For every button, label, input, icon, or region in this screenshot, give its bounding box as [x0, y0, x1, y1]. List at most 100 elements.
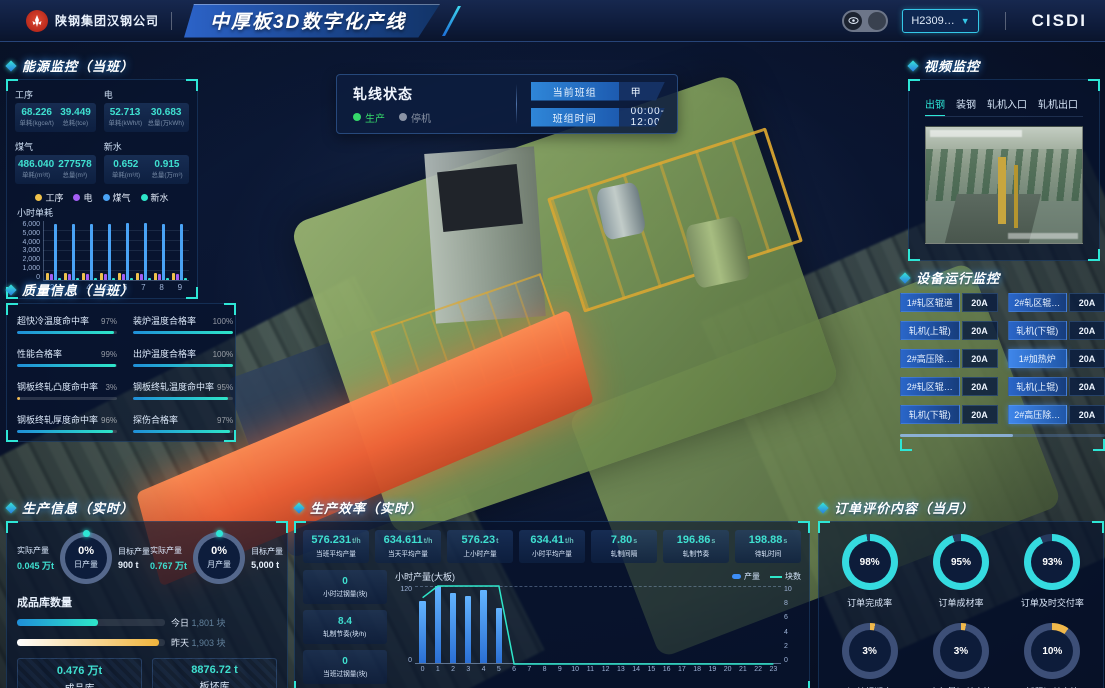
order-donut-percent: 3% [933, 623, 989, 679]
device-label: 2#高压除… [1008, 405, 1068, 424]
warehouse-bar-value: 1,903 块 [192, 638, 226, 648]
device-value: 20A [1069, 349, 1105, 368]
device-row[interactable]: 轧机(上辊)20A [1008, 377, 1105, 396]
hour-chart-xtick: 13 [613, 666, 628, 673]
warehouse-bar-fill [17, 619, 98, 626]
panel-orders-title-text: 订单评价内容（当月） [834, 498, 974, 517]
quality-item-row: 钢板终轧温度命中率95% [133, 380, 233, 393]
header-divider [171, 12, 172, 30]
device-row[interactable]: 1#加热炉20A [1008, 349, 1105, 368]
energy-bar [82, 273, 85, 280]
energy-bar [54, 224, 57, 280]
cctv-video-feed[interactable] [925, 126, 1083, 244]
cctv-osd-top [930, 130, 1022, 137]
video-tab-4[interactable]: 轧机出口 [1038, 96, 1078, 111]
energy-metric: 277578总量(m³) [57, 159, 93, 180]
quality-label: 超快冷温度命中率 [17, 314, 89, 327]
order-donut: 95%订单成材率 [918, 534, 1003, 609]
device-label: 轧机(上辊) [900, 321, 960, 340]
energy-metric: 0.652单耗(m³/t) [107, 159, 145, 180]
camera-select[interactable]: H2309… ▼ [902, 9, 978, 33]
efficiency-stat-label: 轧制节奏(块/h) [323, 629, 366, 639]
hour-chart-xtick: 2 [446, 666, 461, 673]
efficiency-stat: 0 当班过钢量(块) [303, 650, 387, 684]
device-row[interactable]: 1#轧区辊道20A [900, 293, 998, 312]
efficiency-card-label: 当班平均产量 [307, 549, 366, 559]
panel-efficiency-title-text: 生产效率（实时） [310, 498, 422, 517]
quality-label: 性能合格率 [17, 347, 62, 360]
app-title: 中厚板3D数字化产线 [210, 7, 406, 34]
gauge-target-value: 900 t [118, 560, 150, 570]
order-donut-ring: 93% [1024, 534, 1080, 590]
visibility-toggle[interactable] [842, 10, 888, 32]
device-row[interactable]: 轧机(下辊)20A [1008, 321, 1105, 340]
energy-metric-unit: 总量(万m³) [149, 170, 184, 179]
diamond-icon [5, 502, 16, 513]
device-row[interactable]: 轧机(下辊)20A [900, 405, 998, 424]
efficiency-stat-label: 当班过钢量(块) [323, 669, 367, 679]
device-row[interactable]: 2#轧区辊…20A [900, 377, 998, 396]
energy-bar [64, 273, 67, 280]
panel-quality-title-text: 质量信息（当班） [22, 280, 134, 299]
diamond-icon [817, 502, 828, 513]
efficiency-card-unit: s [711, 538, 715, 545]
energy-group-name: 工序 [15, 88, 96, 101]
panel-video-title-text: 视频监控 [924, 56, 980, 75]
energy-metric-value: 486.040 [18, 159, 54, 170]
gauge-actual-value: 0.767 万t [150, 559, 187, 572]
quality-item-row: 钢板终轧厚度命中率96% [17, 413, 117, 426]
gauge-actual-label: 实际产量 [150, 545, 187, 556]
gauge-name: 月产量 [193, 559, 245, 570]
hour-chart-xtick: 6 [507, 666, 522, 673]
panel-energy-title-text: 能源监控（当班） [22, 56, 134, 75]
quality-progress-track [133, 397, 233, 400]
legend-item: 工序 [35, 191, 63, 204]
video-tab-3[interactable]: 轧机入口 [987, 96, 1027, 111]
device-row[interactable]: 2#高压除…20A [900, 349, 998, 368]
order-donut-label: 订单完成率 [847, 596, 892, 609]
quality-value: 96% [101, 416, 117, 425]
panel-orders: 订单评价内容（当月） 98%订单完成率95%订单成材率93%订单及时交付率3%订… [818, 498, 1104, 688]
order-donut-ring: 98% [842, 534, 898, 590]
video-tab-1[interactable]: 出钢 [925, 96, 945, 111]
device-row[interactable]: 2#高压除…20A [1008, 405, 1105, 424]
device-value: 20A [1069, 405, 1105, 424]
energy-bar [154, 273, 157, 280]
line-status-field-value: 甲 [619, 82, 665, 101]
quality-label: 出炉温度合格率 [133, 347, 196, 360]
diamond-icon [5, 60, 16, 71]
energy-ytick: 4,000 [22, 239, 40, 246]
energy-ytick: 6,000 [22, 221, 40, 228]
efficiency-cards: 576.231t/h当班平均产量634.611t/h当天平均产量576.23t上… [303, 530, 801, 563]
efficiency-card-unit: s [633, 538, 637, 545]
hour-chart-legend: 产量块数 [732, 571, 801, 582]
cctv-crane [998, 157, 1006, 224]
efficiency-stat-value: 0 [342, 656, 348, 667]
quality-item: 出炉温度合格率 100% [133, 347, 233, 367]
hour-chart-xtick: 19 [705, 666, 720, 673]
quality-value: 95% [217, 383, 233, 392]
hour-chart-ytick-right: 4 [784, 629, 788, 636]
device-row[interactable]: 2#轧区辊…20A [1008, 293, 1105, 312]
quality-item: 钢板终轧凸度命中率3% [17, 380, 117, 400]
panel-devices: 设备运行监控 1#轧区辊道20A2#轧区辊…20A轧机(上辊)20A轧机(下辊)… [900, 268, 1105, 451]
gauge-actual-value: 0.045 万t [17, 559, 54, 572]
panel-production-title-text: 生产信息（实时） [22, 498, 134, 517]
quality-value: 100% [213, 350, 233, 359]
efficiency-card: 576.23t上小时产量 [447, 530, 513, 563]
hour-chart-legend-label: 产量 [744, 571, 760, 582]
device-label: 2#轧区辊… [1008, 293, 1068, 312]
hour-chart-xtick: 16 [659, 666, 674, 673]
line-status-field-label: 班组时间 [531, 108, 619, 127]
quality-progress-track [17, 430, 117, 433]
line-status-field: 当前班组甲 [531, 82, 665, 101]
energy-metric-value: 30.683 [146, 107, 186, 118]
energy-legend: 工序电煤气新水 [15, 191, 189, 204]
diamond-icon [293, 502, 304, 513]
quality-progress-track [17, 397, 117, 400]
hour-chart-xtick: 0 [415, 666, 430, 673]
video-tab-2[interactable]: 装钢 [956, 96, 976, 111]
efficiency-card-unit: t/h [352, 538, 361, 545]
device-row[interactable]: 轧机(上辊)20A [900, 321, 998, 340]
efficiency-card-unit: t [496, 538, 498, 545]
